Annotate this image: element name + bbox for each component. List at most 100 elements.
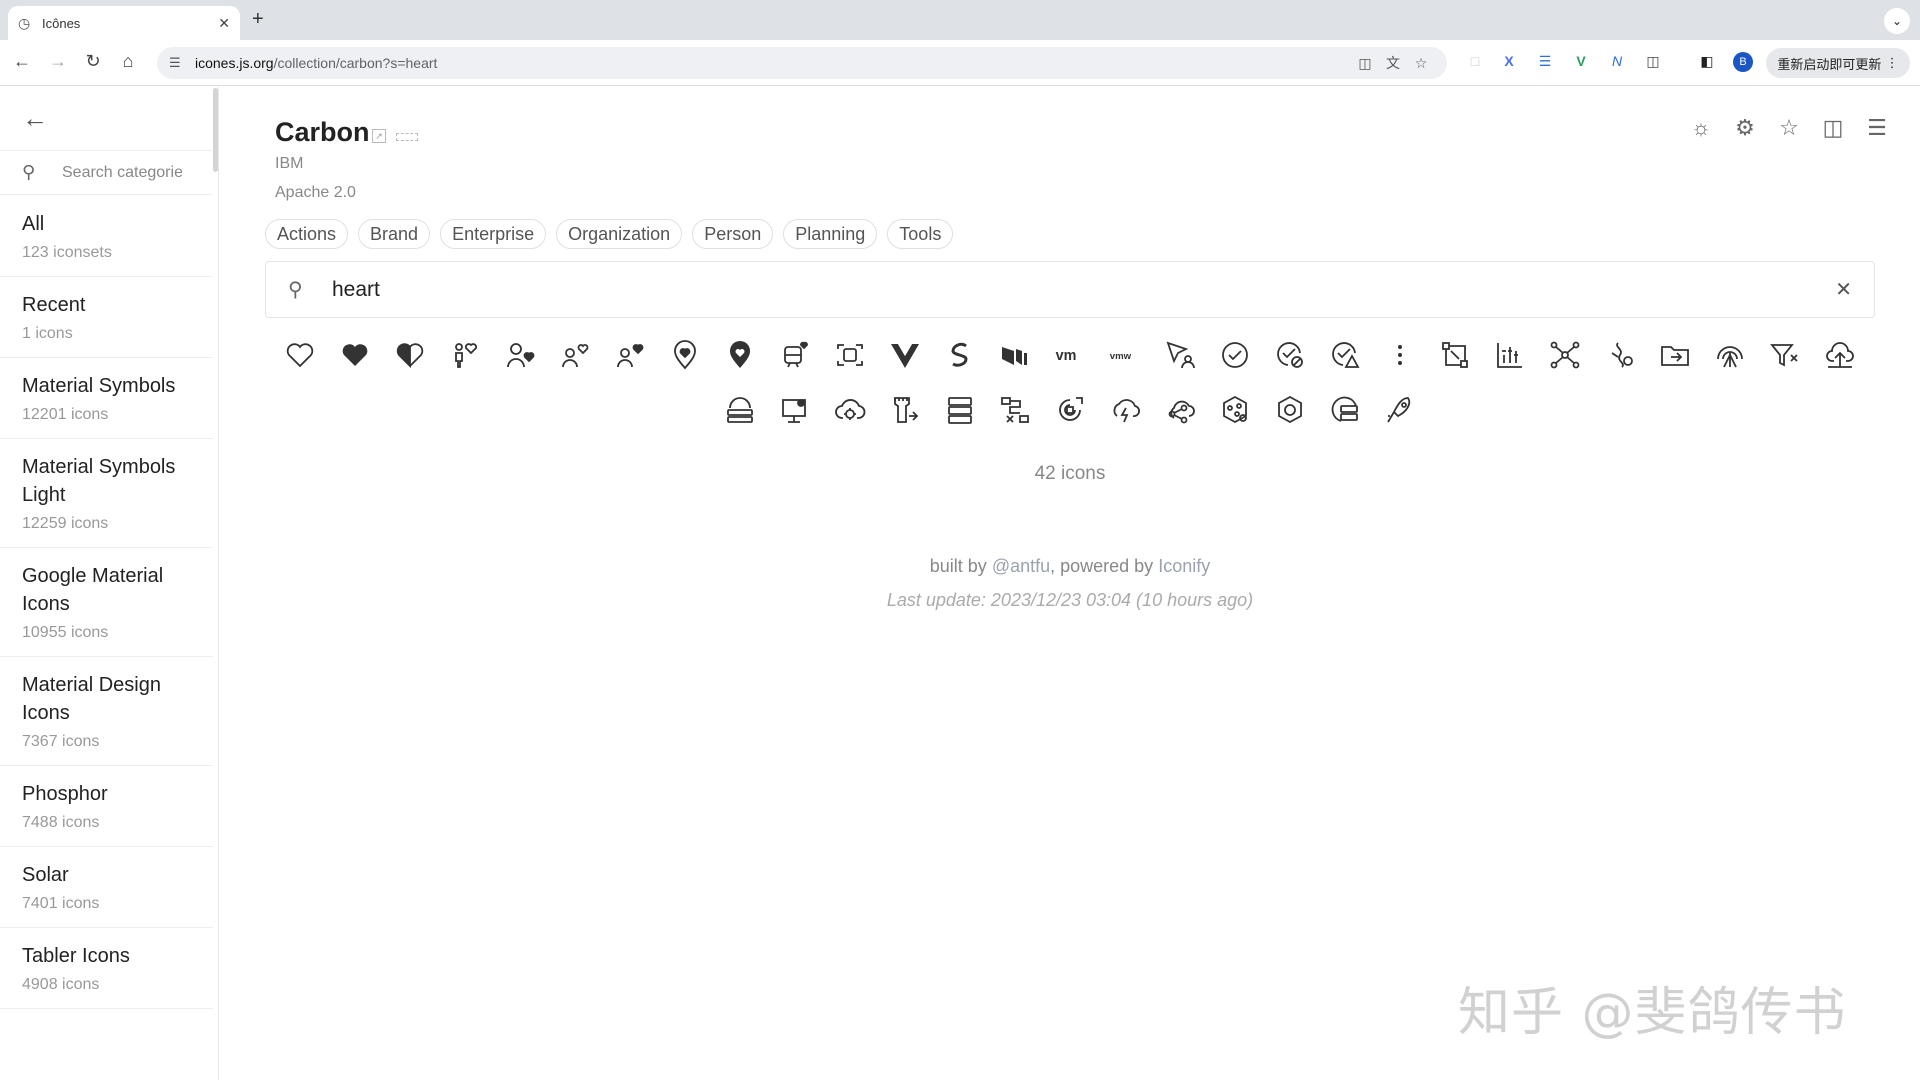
relaunch-update-button[interactable]: 重新启动即可更新 ⋮: [1766, 48, 1910, 78]
collection-item-google-material-icons[interactable]: Google Material Icons 10955 icons: [0, 548, 213, 657]
clear-search-icon[interactable]: ✕: [1835, 277, 1852, 302]
folder-heart-icon[interactable]: [1648, 335, 1703, 375]
chart-heart-icon[interactable]: [1483, 335, 1538, 375]
last-update: Last update: 2023/12/23 03:04 (10 hours …: [886, 590, 1254, 610]
vue-icon[interactable]: [878, 335, 933, 375]
netlify-icon[interactable]: [988, 335, 1043, 375]
extension-n-icon[interactable]: N: [1606, 53, 1628, 69]
browser-tab[interactable]: ◷ Icônes ✕: [8, 6, 240, 40]
collection-item-material-symbols[interactable]: Material Symbols 12201 icons: [0, 358, 213, 439]
transform-heart-icon[interactable]: [1428, 335, 1483, 375]
collection-item-recent[interactable]: Recent 1 icons: [0, 277, 213, 358]
back-arrow-icon[interactable]: ←: [22, 103, 48, 134]
address-bar[interactable]: ☰ icones.js.org/collection/carbon?s=hear…: [157, 47, 1447, 79]
favorite-filled-icon[interactable]: [328, 335, 383, 375]
home-icon[interactable]: ⌂: [116, 51, 140, 72]
location-heart-icon[interactable]: [658, 335, 713, 375]
favorite-half-icon[interactable]: [383, 335, 438, 375]
collection-item-material-symbols-light[interactable]: Material Symbols Light 12259 icons: [0, 439, 213, 548]
medication-heart-icon[interactable]: [1593, 335, 1648, 375]
bookmark-star-icon[interactable]: ☆: [1407, 55, 1435, 72]
extension-x-icon[interactable]: X: [1498, 53, 1520, 69]
filter-heart-icon[interactable]: [1758, 335, 1813, 375]
tag-actions[interactable]: Actions: [265, 219, 349, 249]
download-pack-icon[interactable]: ◫: [1822, 117, 1844, 139]
tag-tools[interactable]: Tools: [887, 219, 954, 249]
tower-heart-icon[interactable]: [878, 390, 933, 430]
extension-layers-icon[interactable]: ☰: [1534, 53, 1556, 70]
extension-vue-devtools-icon[interactable]: V: [1570, 53, 1592, 69]
cloud-upload-heart-icon[interactable]: [1813, 335, 1868, 375]
list-view-icon[interactable]: ☰: [1866, 117, 1888, 139]
rocket-heart-icon[interactable]: [1373, 390, 1428, 430]
site-info-icon[interactable]: ☰: [169, 55, 185, 71]
extensions-puzzle-icon[interactable]: ◫: [1642, 53, 1664, 70]
collection-badge-icon[interactable]: [396, 133, 418, 141]
collection-item-all[interactable]: All 123 iconsets: [0, 196, 213, 277]
collection-item-tabler-icons[interactable]: Tabler Icons 4908 icons: [0, 928, 213, 1009]
side-panel-icon[interactable]: ◧: [1696, 53, 1718, 70]
svelte-icon[interactable]: [933, 335, 988, 375]
radar-alt-heart-icon[interactable]: [1043, 390, 1098, 430]
bus-heart-icon[interactable]: [768, 335, 823, 375]
profile-avatar[interactable]: B: [1733, 52, 1753, 72]
theme-toggle-sun-icon[interactable]: ☼: [1690, 117, 1712, 139]
pointer-heart-icon[interactable]: [1153, 335, 1208, 375]
new-tab-button[interactable]: +: [252, 8, 264, 31]
tag-brand[interactable]: Brand: [358, 219, 431, 249]
collection-count: 7401 icons: [22, 895, 100, 912]
tag-planning[interactable]: Planning: [783, 219, 878, 249]
checkmark-heart-icon[interactable]: [1208, 335, 1263, 375]
saas-heart-icon[interactable]: [713, 390, 768, 430]
user-favorite-alt-icon[interactable]: [548, 335, 603, 375]
tag-person[interactable]: Person: [692, 219, 774, 249]
vmware-icon[interactable]: vmw: [1098, 335, 1153, 375]
icon-search-input[interactable]: [332, 277, 1836, 302]
warning-heart-icon[interactable]: [1318, 335, 1373, 375]
translate-icon[interactable]: 文: [1379, 53, 1407, 73]
radar-heart-icon[interactable]: [1703, 335, 1758, 375]
overflow-menu-vertical-icon[interactable]: [1373, 335, 1428, 375]
cloud-settings-icon[interactable]: [823, 390, 878, 430]
url-text[interactable]: icones.js.org/collection/carbon?s=heart: [195, 55, 1351, 71]
tag-enterprise[interactable]: Enterprise: [440, 219, 547, 249]
vmware-vm-icon[interactable]: vm: [1043, 335, 1098, 375]
close-tab-icon[interactable]: ✕: [218, 15, 230, 32]
collection-item-phosphor[interactable]: Phosphor 7488 icons: [0, 766, 213, 847]
person-favorite-icon[interactable]: [438, 335, 493, 375]
antfu-link[interactable]: @antfu: [992, 556, 1050, 576]
user-favorite-alt-filled-icon[interactable]: [603, 335, 658, 375]
data-share-heart-icon[interactable]: [1318, 390, 1373, 430]
iconify-link[interactable]: Iconify: [1158, 556, 1210, 576]
collection-name: Phosphor: [22, 783, 108, 805]
share-heart-icon[interactable]: [1153, 390, 1208, 430]
install-app-icon[interactable]: ◫: [1351, 55, 1379, 72]
favorite-icon[interactable]: [273, 335, 328, 375]
hexagon-heart-icon[interactable]: [1263, 390, 1318, 430]
back-arrow-icon[interactable]: ←: [10, 51, 34, 72]
flow-heart-icon[interactable]: [988, 390, 1043, 430]
favorite-star-icon[interactable]: ☆: [1778, 117, 1800, 139]
sidebar-scrollbar[interactable]: [213, 88, 218, 172]
flash-heart-icon[interactable]: [1098, 390, 1153, 430]
category-search: ⚲: [0, 150, 212, 195]
extension-placeholder-icon[interactable]: □: [1464, 53, 1486, 69]
collection-item-solar[interactable]: Solar 7401 icons: [0, 847, 213, 928]
monitor-settings-icon[interactable]: [768, 390, 823, 430]
reload-icon[interactable]: ↻: [81, 51, 105, 72]
location-heart-filled-icon[interactable]: [713, 335, 768, 375]
category-search-input[interactable]: [62, 163, 182, 182]
data-base-heart-icon[interactable]: [933, 390, 988, 430]
forward-arrow-icon[interactable]: →: [46, 51, 70, 72]
watermark-text: 知乎 @斐鸽传书: [1458, 983, 1847, 1043]
tag-organization[interactable]: Organization: [556, 219, 683, 249]
health-cross-heart-icon[interactable]: [1263, 335, 1318, 375]
sight-heart-icon[interactable]: [823, 335, 878, 375]
network-heart-icon[interactable]: [1538, 335, 1593, 375]
user-favorite-icon[interactable]: [493, 335, 548, 375]
settings-gear-icon[interactable]: ⚙: [1734, 117, 1756, 139]
heart-network-icon[interactable]: [1208, 390, 1263, 430]
tab-search-chevron-icon[interactable]: ⌄: [1884, 8, 1910, 34]
external-link-icon[interactable]: ↗: [372, 129, 386, 143]
collection-item-material-design-icons[interactable]: Material Design Icons 7367 icons: [0, 657, 213, 766]
